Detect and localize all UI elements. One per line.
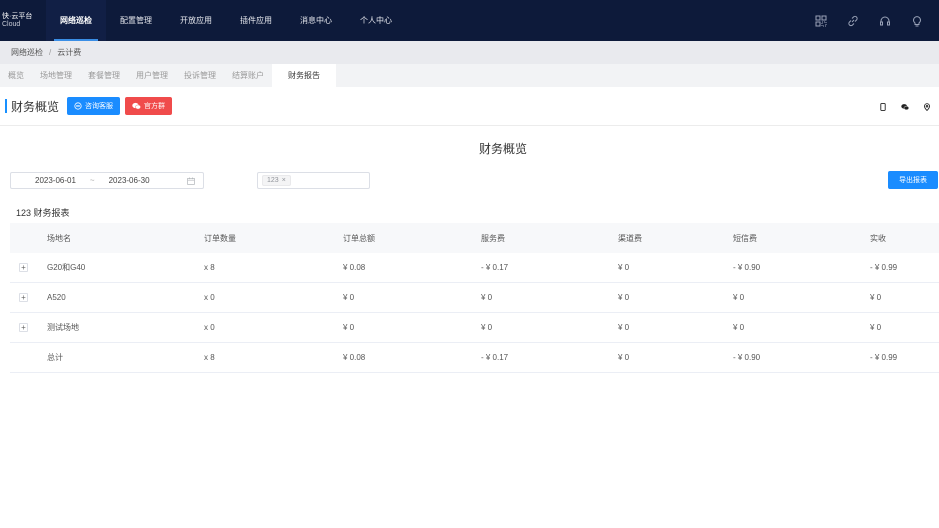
headset-icon[interactable] (879, 15, 891, 27)
nav-item-open-apps[interactable]: 开放应用 (166, 0, 226, 41)
wechat-icon (132, 102, 141, 110)
column-header-order-total: 订单总额 (343, 233, 375, 243)
nav-item-plugin-apps[interactable]: 插件应用 (226, 0, 286, 41)
sub-tab-bar: 概览 场地管理 套餐管理 用户管理 投诉管理 结算账户 财务报告 (0, 64, 939, 87)
order-count-cell: x 0 (204, 323, 215, 332)
table-total-row: 总计 x 8 ¥ 0.08 - ¥ 0.17 ¥ 0 - ¥ 0.90 - ¥ … (10, 343, 939, 373)
top-navigation-bar: 快·云平台 Cloud 网络巡检 配置管理 开放应用 插件应用 消息中心 个人中… (0, 0, 939, 41)
expand-cell: + (10, 263, 47, 272)
expand-row-button[interactable]: + (19, 293, 28, 302)
tab-package-management[interactable]: 套餐管理 (80, 64, 128, 87)
venue-name-cell: G20和G40 (47, 263, 86, 272)
date-start-value[interactable]: 2023-06-01 (35, 176, 76, 185)
selected-venue-tag-label: 123 (267, 177, 279, 184)
tag-close-icon[interactable]: × (282, 177, 286, 184)
brand-logo[interactable]: 快·云平台 Cloud (0, 13, 46, 29)
date-range-separator: ~ (89, 176, 95, 185)
consult-service-button[interactable]: 咨询客服 (67, 97, 121, 115)
column-header-channel-fee: 渠道费 (618, 233, 642, 243)
table-row: + A520 x 0 ¥ 0 ¥ 0 ¥ 0 ¥ 0 ¥ 0 (10, 283, 939, 313)
expand-row-button[interactable]: + (19, 263, 28, 272)
export-report-button[interactable]: 导出报表 (888, 171, 938, 189)
service-fee-cell: ¥ 0 (481, 323, 493, 332)
channel-fee-cell: ¥ 0 (618, 293, 630, 302)
link-icon[interactable] (847, 15, 859, 27)
page-header: 财务概览 咨询客服 官方群 (0, 87, 939, 126)
tab-user-management[interactable]: 用户管理 (128, 64, 176, 87)
selected-venue-tag: 123 × (262, 175, 291, 186)
breadcrumb-separator: / (49, 48, 52, 57)
tab-complaint-management[interactable]: 投诉管理 (176, 64, 224, 87)
column-header-sms-fee: 短信费 (733, 233, 757, 243)
nav-item-personal-center[interactable]: 个人中心 (346, 0, 406, 41)
table-header-row: 场地名 订单数量 订单总额 服务费 渠道费 短信费 实收 (10, 223, 939, 253)
order-total-cell: ¥ 0.08 (343, 353, 366, 362)
order-total-cell: ¥ 0 (343, 323, 355, 332)
tab-overview[interactable]: 概览 (0, 64, 32, 87)
nav-item-network-inspection[interactable]: 网络巡检 (46, 0, 106, 41)
table-row: + G20和G40 x 8 ¥ 0.08 - ¥ 0.17 ¥ 0 - ¥ 0.… (10, 253, 939, 283)
breadcrumb: 网络巡检 / 云计费 (0, 41, 939, 64)
service-fee-cell: - ¥ 0.17 (481, 353, 509, 362)
order-count-cell: x 8 (204, 263, 215, 272)
received-cell: - ¥ 0.99 (870, 263, 898, 272)
official-group-label: 官方群 (144, 103, 166, 110)
order-total-cell: ¥ 0.08 (343, 263, 366, 272)
table-row: + 测试场地 x 0 ¥ 0 ¥ 0 ¥ 0 ¥ 0 ¥ 0 (10, 313, 939, 343)
expand-cell: + (10, 293, 47, 302)
grid-icon[interactable] (815, 15, 827, 27)
brand-name: 快·云平台 (2, 12, 33, 20)
bulb-icon[interactable] (911, 15, 923, 27)
service-fee-cell: - ¥ 0.17 (481, 263, 509, 272)
nav-item-config-management[interactable]: 配置管理 (106, 0, 166, 41)
sms-fee-cell: - ¥ 0.90 (733, 353, 761, 362)
venue-select[interactable]: 123 × (257, 172, 370, 189)
tab-settlement-account[interactable]: 结算账户 (224, 64, 272, 87)
finance-table: 场地名 订单数量 订单总额 服务费 渠道费 短信费 实收 + G20和G40 x… (10, 223, 939, 373)
sms-fee-cell: ¥ 0 (733, 293, 745, 302)
consult-service-label: 咨询客服 (85, 103, 114, 110)
breadcrumb-current: 云计费 (57, 48, 82, 57)
sms-fee-cell: - ¥ 0.90 (733, 263, 761, 272)
breadcrumb-root[interactable]: 网络巡检 (11, 47, 43, 58)
order-total-cell: ¥ 0 (343, 293, 355, 302)
nav-item-message-center[interactable]: 消息中心 (286, 0, 346, 41)
service-fee-cell: ¥ 0 (481, 293, 493, 302)
chat-bubble-icon (74, 102, 82, 110)
tab-venue-management[interactable]: 场地管理 (32, 64, 80, 87)
column-header-venue: 场地名 (47, 233, 71, 243)
page-title: 财务概览 (11, 99, 60, 114)
received-cell: - ¥ 0.99 (870, 353, 898, 362)
sms-fee-cell: ¥ 0 (733, 323, 745, 332)
table-caption: 123 财务报表 (16, 208, 70, 218)
venue-name-cell: 测试场地 (47, 323, 79, 332)
date-range-picker[interactable]: 2023-06-01 ~ 2023-06-30 (10, 172, 204, 189)
order-count-cell: x 0 (204, 293, 215, 302)
column-header-service-fee: 服务费 (481, 233, 505, 243)
official-group-button[interactable]: 官方群 (125, 97, 173, 115)
wechat-icon[interactable] (901, 103, 909, 111)
column-header-received: 实收 (870, 233, 886, 243)
received-cell: ¥ 0 (870, 323, 882, 332)
phone-icon[interactable] (879, 102, 887, 111)
channel-fee-cell: ¥ 0 (618, 263, 630, 272)
expand-row-button[interactable]: + (19, 323, 28, 332)
channel-fee-cell: ¥ 0 (618, 353, 630, 362)
received-cell: ¥ 0 (870, 293, 882, 302)
expand-cell: + (10, 323, 47, 332)
column-header-order-count: 订单数量 (204, 233, 236, 243)
order-count-cell: x 8 (204, 353, 215, 362)
venue-name-cell: A520 (47, 293, 66, 302)
location-icon[interactable] (923, 102, 931, 111)
brand-subtitle: Cloud (2, 20, 21, 28)
calendar-icon (187, 177, 195, 185)
tab-financial-report[interactable]: 财务报告 (272, 64, 336, 87)
total-label-cell: 总计 (47, 353, 63, 362)
report-heading: 财务概览 (478, 142, 527, 156)
title-accent-bar (5, 99, 7, 113)
channel-fee-cell: ¥ 0 (618, 323, 630, 332)
date-end-value[interactable]: 2023-06-30 (109, 176, 150, 185)
